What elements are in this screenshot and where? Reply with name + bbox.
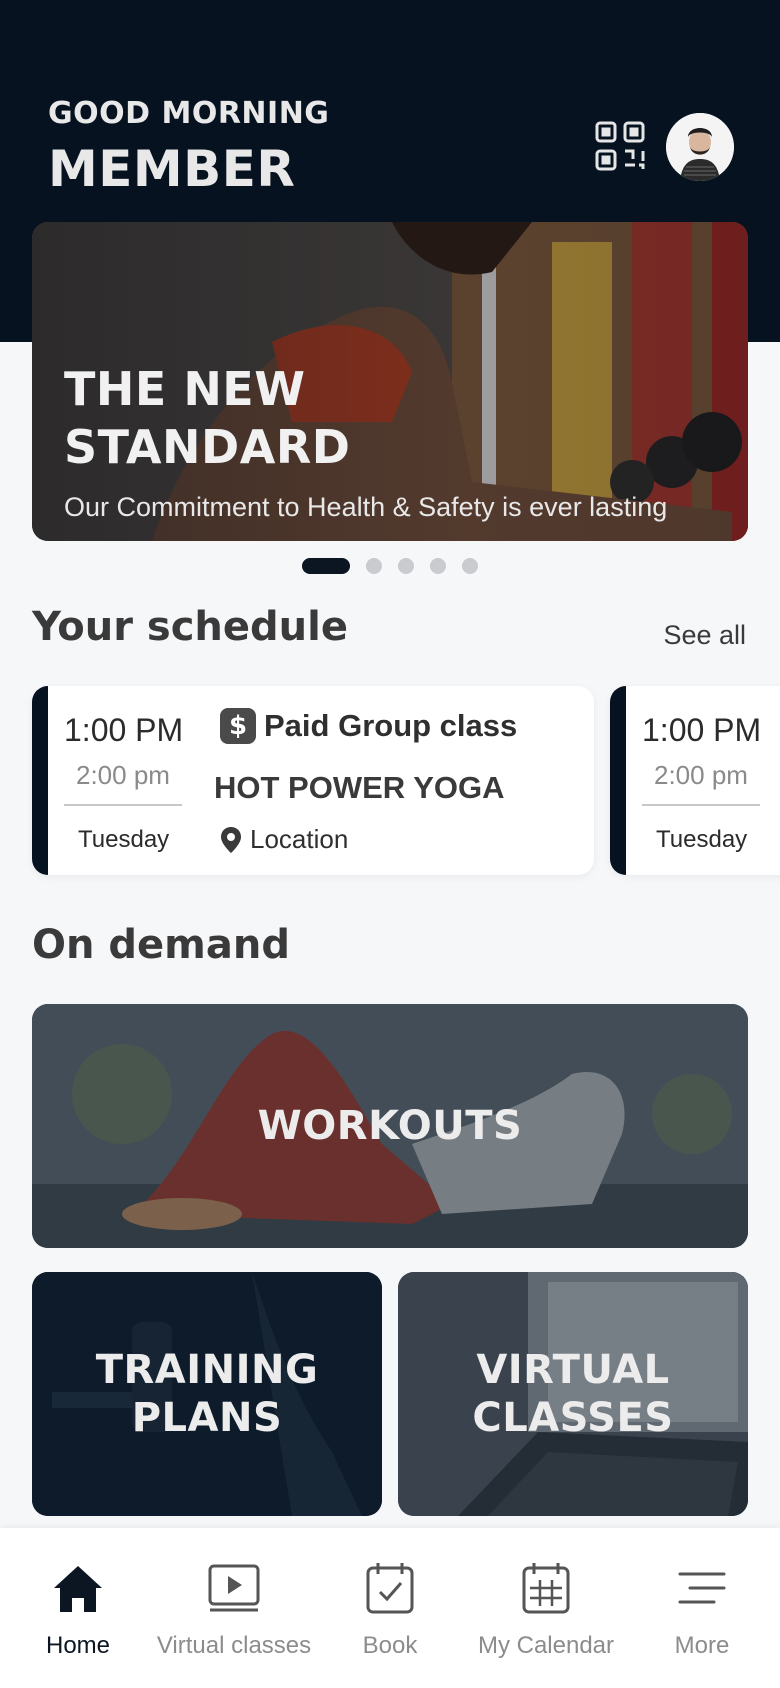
carousel-dot[interactable] [366, 558, 382, 574]
class-location: Location [220, 824, 348, 855]
bottom-navigation: Home Virtual classes Book My Calendar Mo… [0, 1528, 780, 1688]
schedule-card[interactable]: 1:00 PM 2:00 pm Tuesday [610, 686, 780, 875]
hero-banner[interactable]: THE NEW STANDARD Our Commitment to Healt… [32, 222, 748, 541]
qr-code-icon[interactable] [594, 120, 646, 172]
schedule-section-title: Your schedule [32, 604, 348, 650]
greeting-text: GOOD MORNING [48, 96, 330, 131]
carousel-dot[interactable] [398, 558, 414, 574]
nav-label-home: Home [45, 1632, 111, 1659]
dollar-icon: $ [220, 708, 256, 744]
virtual-classes-line2: CLASSES [472, 1395, 674, 1441]
nav-label-virtual-classes: Virtual classes [156, 1632, 312, 1659]
class-day: Tuesday [78, 826, 170, 853]
workouts-tile[interactable]: WORKOUTS [32, 1004, 748, 1248]
menu-icon [678, 1572, 726, 1604]
class-day: Tuesday [656, 826, 748, 853]
card-accent-stripe [610, 686, 626, 875]
nav-item-home[interactable]: Home [0, 1528, 156, 1688]
virtual-classes-label: VIRTUAL CLASSES [472, 1346, 673, 1442]
workouts-label: WORKOUTS [257, 1103, 523, 1149]
training-plans-tile[interactable]: TRAINING PLANS [32, 1272, 382, 1516]
class-name: HOT POWER YOGA [214, 770, 505, 805]
carousel-dot-active[interactable] [302, 558, 350, 574]
training-plans-line2: PLANS [131, 1395, 283, 1441]
nav-item-book[interactable]: Book [312, 1528, 468, 1688]
nav-item-more[interactable]: More [624, 1528, 780, 1688]
class-end-time: 2:00 pm [654, 760, 748, 790]
member-name: MEMBER [48, 140, 296, 198]
training-plans-line1: TRAINING [95, 1347, 319, 1393]
hero-title: THE NEW STANDARD [64, 360, 464, 476]
nav-item-my-calendar[interactable]: My Calendar [468, 1528, 624, 1688]
see-all-link[interactable]: See all [663, 620, 746, 651]
profile-avatar[interactable] [666, 113, 734, 181]
training-plans-label: TRAINING PLANS [96, 1346, 319, 1442]
class-start-time: 1:00 PM [64, 712, 184, 748]
calendar-grid-icon [522, 1563, 570, 1614]
nav-label-my-calendar: My Calendar [477, 1632, 615, 1659]
location-pin-icon [221, 826, 241, 853]
class-end-time: 2:00 pm [76, 760, 170, 790]
virtual-classes-line1: VIRTUAL [476, 1347, 670, 1393]
class-type-label: Paid Group class [264, 708, 518, 743]
home-icon [54, 1566, 102, 1612]
class-start-time: 1:00 PM [642, 712, 762, 748]
play-icon [208, 1564, 260, 1612]
nav-item-virtual-classes[interactable]: Virtual classes [156, 1528, 312, 1688]
nav-label-more: More [674, 1632, 730, 1659]
class-location-label: Location [250, 824, 349, 854]
nav-label-book: Book [362, 1632, 418, 1659]
carousel-dot[interactable] [430, 558, 446, 574]
virtual-classes-tile[interactable]: VIRTUAL CLASSES [398, 1272, 748, 1516]
hero-title-line2: STANDARD [64, 420, 351, 474]
time-divider [642, 804, 760, 806]
time-divider [64, 804, 182, 806]
card-accent-stripe [32, 686, 48, 875]
hero-subtitle: Our Commitment to Health & Safety is eve… [64, 492, 668, 522]
on-demand-section-title: On demand [32, 922, 290, 968]
class-type: $ Paid Group class [220, 708, 517, 744]
calendar-check-icon [366, 1563, 414, 1614]
carousel-dot[interactable] [462, 558, 478, 574]
hero-title-line1: THE NEW [64, 362, 306, 416]
carousel-indicator [302, 558, 494, 574]
schedule-card[interactable]: 1:00 PM 2:00 pm Tuesday $ Paid Group cla… [32, 686, 594, 875]
